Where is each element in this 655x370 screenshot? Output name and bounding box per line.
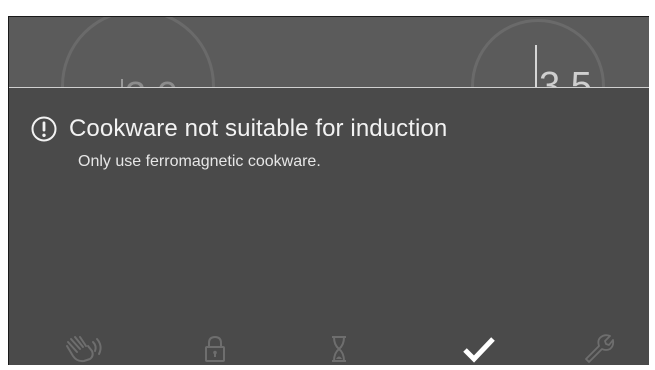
checkmark-icon (463, 337, 495, 363)
exclamation-circle-icon (31, 116, 57, 142)
padlock-icon (205, 335, 225, 362)
warning-title: Cookware not suitable for induction (69, 115, 448, 142)
wipe-protection-button[interactable] (61, 332, 109, 365)
child-lock-button[interactable] (191, 332, 239, 365)
hourglass-icon (332, 336, 346, 362)
warning-overlay: Cookware not suitable for induction Only… (9, 87, 649, 365)
cooktop-display: 3.0 3.5 Cookware not suitable for induct… (8, 16, 649, 365)
control-bar (9, 332, 649, 365)
warning-subtitle: Only use ferromagnetic cookware. (78, 153, 321, 170)
warning-header: Cookware not suitable for induction (31, 115, 447, 143)
wiping-hand-icon (66, 336, 102, 363)
confirm-button[interactable] (455, 332, 503, 365)
timer-button[interactable] (315, 332, 363, 365)
wrench-icon (585, 334, 615, 363)
settings-button[interactable] (575, 332, 623, 365)
